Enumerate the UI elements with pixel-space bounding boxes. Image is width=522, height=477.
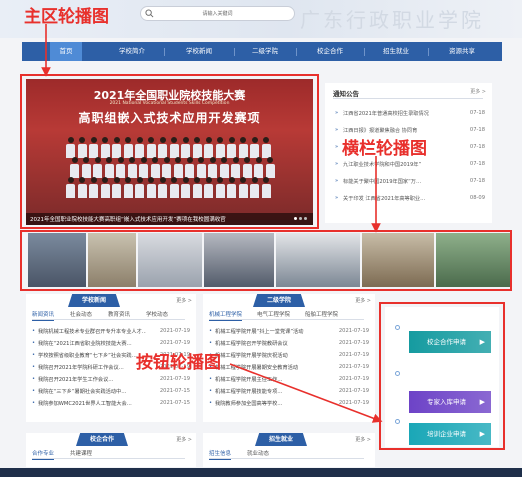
annotation-arrows [41,24,383,423]
arrow-right-icon [229,363,383,423]
